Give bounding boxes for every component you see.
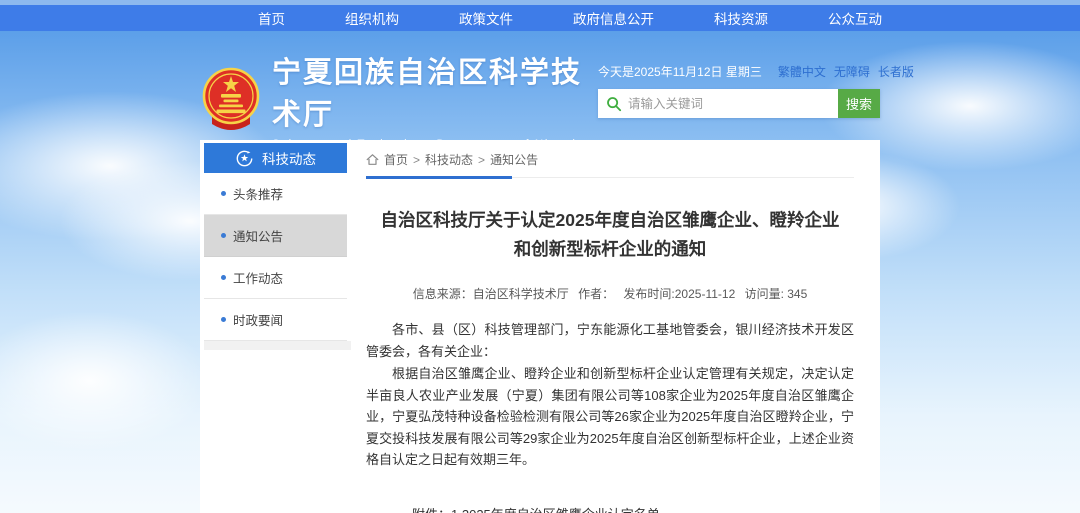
sidebar-item-current-politics[interactable]: 时政要闻 [204, 299, 347, 341]
bullet-icon [221, 233, 226, 238]
breadcrumb-home[interactable]: 首页 [384, 151, 408, 168]
current-date: 今天是2025年11月12日 星期三 [598, 63, 762, 80]
article-area: 首页 > 科技动态 > 通知公告 自治区科技厅关于认定2025年度自治区雏鹰企业… [350, 140, 880, 513]
search-button[interactable]: 搜索 [838, 89, 880, 118]
meta-author: 作者： [578, 287, 614, 301]
sidebar-item-headlines[interactable]: 头条推荐 [204, 173, 347, 215]
article-meta: 信息来源：自治区科学技术厅 作者： 发布时间:2025-11-12 访问量: 3… [366, 285, 854, 302]
attachments-label: 附件： [412, 503, 451, 513]
search-icon [606, 96, 622, 112]
site-logo-and-title[interactable]: 宁夏回族自治区科学技术厅 Science and Technology Depa… [200, 49, 598, 151]
content-panel: 科技动态 头条推荐 通知公告 工作动态 [200, 140, 880, 513]
article-paragraph: 根据自治区雏鹰企业、瞪羚企业和创新型标杆企业认定管理有关规定，决定认定半亩良人农… [366, 363, 854, 471]
sidebar-item-work-updates[interactable]: 工作动态 [204, 257, 347, 299]
nav-item-home[interactable]: 首页 [228, 8, 315, 28]
attachment-link-1[interactable]: 1.2025年度自治区雏鹰企业认定名单 [451, 503, 699, 513]
meta-source: 信息来源：自治区科学技术厅 [413, 287, 569, 301]
utility-links: 繁體中文 无障碍 长者版 [778, 63, 914, 80]
attachments-block: 附件： 1.2025年度自治区雏鹰企业认定名单 2.2025年度自治区瞪羚企业认… [412, 503, 854, 513]
sidebar: 科技动态 头条推荐 通知公告 工作动态 [200, 140, 350, 513]
page: 首页 组织机构 政策文件 政府信息公开 科技资源 公众互动 [0, 0, 1080, 513]
article-title: 自治区科技厅关于认定2025年度自治区雏鹰企业、瞪羚企业 和创新型标杆企业的通知 [366, 206, 854, 264]
site-title: 宁夏回族自治区科学技术厅 [272, 49, 598, 133]
meta-publish-time: 发布时间:2025-11-12 [623, 287, 735, 301]
search-bar: 搜索 [598, 89, 880, 118]
nav-item-organization[interactable]: 组织机构 [315, 8, 429, 28]
nav-item-public-interaction[interactable]: 公众互动 [798, 8, 912, 28]
nav-item-gov-info-disclosure[interactable]: 政府信息公开 [543, 8, 684, 28]
link-accessibility[interactable]: 无障碍 [834, 63, 870, 80]
breadcrumb-sci-tech-news[interactable]: 科技动态 [425, 151, 473, 168]
sidebar-section-header[interactable]: 科技动态 [204, 143, 347, 173]
cloud-decoration [0, 311, 210, 451]
site-header: 宁夏回族自治区科学技术厅 Science and Technology Depa… [200, 49, 880, 151]
article-paragraph: 各市、县（区）科技管理部门，宁东能源化工基地管委会，银川经济技术开发区管委会，各… [366, 319, 854, 362]
sidebar-item-notices[interactable]: 通知公告 [204, 215, 347, 257]
link-senior-version[interactable]: 长者版 [878, 63, 914, 80]
home-icon [366, 153, 379, 166]
bullet-icon [221, 317, 226, 322]
meta-views: 访问量: 345 [745, 287, 808, 301]
circled-star-icon [235, 149, 254, 168]
sidebar-menu: 头条推荐 通知公告 工作动态 时政要闻 [204, 173, 347, 341]
sidebar-title: 科技动态 [262, 148, 316, 168]
breadcrumb: 首页 > 科技动态 > 通知公告 [366, 151, 854, 178]
sidebar-footer-strip [204, 341, 351, 350]
bullet-icon [221, 191, 226, 196]
bullet-icon [221, 275, 226, 280]
nav-item-policy-documents[interactable]: 政策文件 [429, 8, 543, 28]
sky-background: 宁夏回族自治区科学技术厅 Science and Technology Depa… [0, 31, 1080, 513]
national-emblem-logo [200, 66, 262, 134]
breadcrumb-notices[interactable]: 通知公告 [490, 151, 538, 168]
nav-item-sci-tech-resources[interactable]: 科技资源 [684, 8, 798, 28]
search-input[interactable] [628, 89, 838, 118]
header-utilities: 今天是2025年11月12日 星期三 繁體中文 无障碍 长者版 [598, 49, 880, 151]
top-nav: 首页 组织机构 政策文件 政府信息公开 科技资源 公众互动 [0, 5, 1080, 31]
link-traditional-chinese[interactable]: 繁體中文 [778, 63, 826, 80]
